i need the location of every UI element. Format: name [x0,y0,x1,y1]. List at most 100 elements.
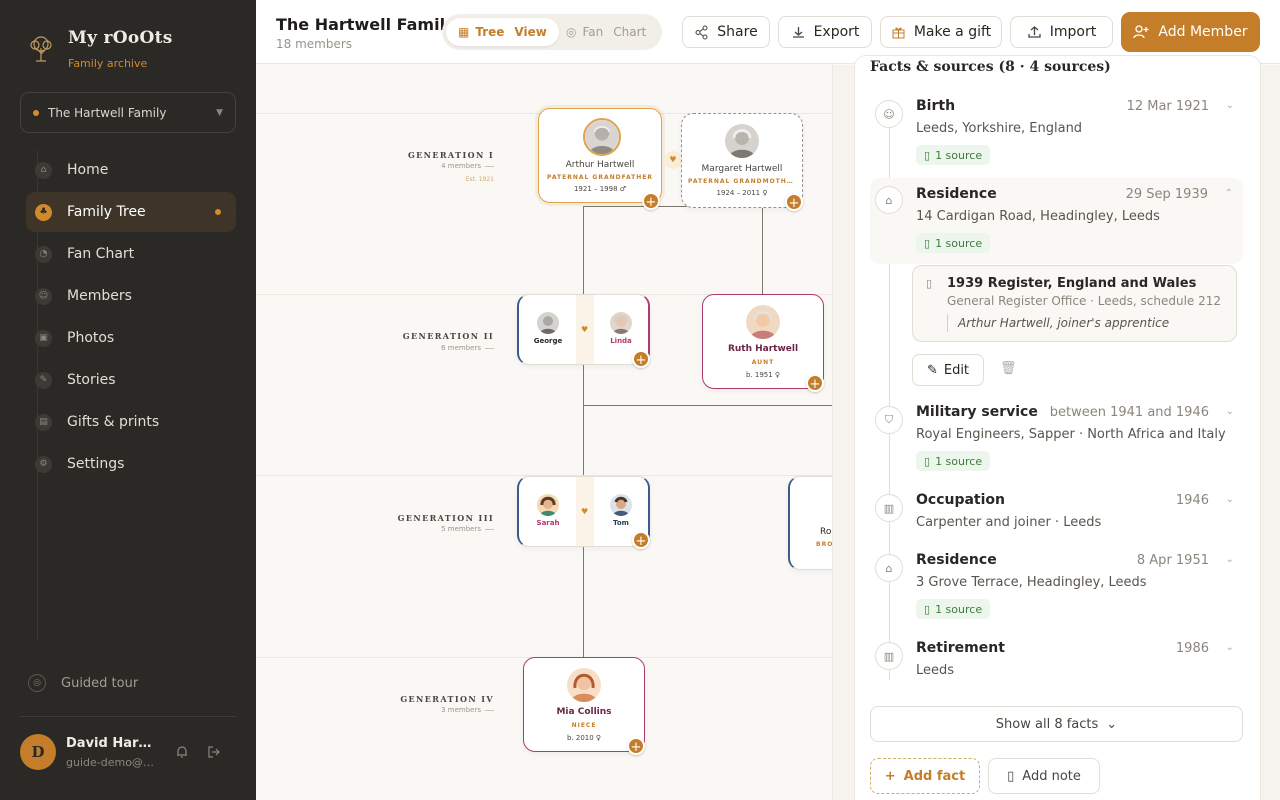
chevron-down-icon[interactable]: ⌄ [1226,554,1234,565]
trash-icon[interactable]: 🗑 [1000,361,1017,376]
brand-subtitle: Family archive [68,57,148,70]
fact-retirement[interactable]: ▥ Retirement 1986 ⌄ Leeds [870,640,1244,690]
active-indicator [215,209,221,215]
sidebar-item-gifts[interactable]: ▤ Gifts & prints [26,402,236,442]
sidebar-item-members[interactable]: ☺ Members [26,276,236,316]
sidebar-item-photos[interactable]: ▣ Photos [26,318,236,358]
person-name: Margaret Hartwell [701,164,783,174]
add-relative-button[interactable]: + [627,737,645,755]
source-count: 1 source [935,602,983,616]
chevron-down-icon: ⌄ [1106,716,1118,732]
source-card[interactable]: ▯ 1939 Register, England and Wales Gener… [912,265,1237,342]
family-selector[interactable]: The Hartwell Family ▼ [20,92,236,133]
chevron-down-icon[interactable]: ⌄ [1226,406,1234,417]
add-relative-button[interactable]: + [785,193,803,211]
add-relative-button[interactable]: + [806,374,824,392]
person-card-partial[interactable]: Ro BRO [788,476,832,570]
fact-date: 8 Apr 1951 [1136,553,1209,568]
sidebar-item-settings[interactable]: ⚙ Settings [26,444,236,484]
sidebar-item-family-tree[interactable]: ♣ Family Tree [26,192,236,232]
sidebar-item-stories[interactable]: ✎ Stories [26,360,236,400]
source-badge[interactable]: ▯ 1 source [916,451,991,471]
import-button[interactable]: Import [1010,16,1113,48]
generation-label: GENERATION II [402,331,494,341]
generation-count: 5 members [441,525,494,533]
fan-chart-icon: ◔ [35,245,52,263]
add-user-icon [1133,25,1149,39]
fact-occupation[interactable]: ▥ Occupation 1946 ⌄ Carpenter and joiner… [870,492,1244,542]
add-fact-label: Add fact [903,768,966,784]
heart-icon: ♥ [664,151,682,169]
person-card-mia[interactable]: Mia Collins NIECE b. 2010 ♀ [523,657,645,752]
fact-residence-1951[interactable]: ⌂ Residence 8 Apr 1951 ⌄ 3 Grove Terrace… [870,552,1244,622]
fact-birth[interactable]: ☺ Birth 12 Mar 1921 ⌄ Leeds, Yorkshire, … [870,98,1244,168]
share-button[interactable]: Share [682,16,770,48]
couple-card-sarah-tom[interactable]: ♥ Sarah Tom [517,476,650,547]
person-role: PATERNAL GRANDMOTHER [688,178,798,185]
add-note-button[interactable]: ▯ Add note [988,758,1100,794]
logout-icon[interactable] [204,742,224,762]
tree-view-tab[interactable]: ▦ Tree View [446,18,559,46]
connector-line [762,206,763,295]
guided-tour-label: Guided tour [61,675,139,691]
person-name: Tom [613,519,629,527]
source-badge[interactable]: ▯ 1 source [916,233,991,253]
tab-label: View [514,25,547,39]
chevron-up-icon[interactable]: ⌃ [1225,188,1233,199]
add-member-label: Add Member [1158,24,1248,40]
sidebar-item-label: Fan Chart [67,246,135,262]
sidebar-item-home[interactable]: ⌂ Home [26,150,236,190]
person-name: Ro [820,527,832,537]
fact-residence-1939[interactable]: ⌂ Residence 29 Sep 1939 ⌃ 14 Cardigan Ro… [870,178,1243,264]
add-fact-button[interactable]: + Add fact [870,758,980,794]
add-member-button[interactable]: Add Member [1121,12,1260,52]
edit-button[interactable]: ✎ Edit [912,354,984,386]
user-email: guide-demo@myrooots.app [66,755,156,769]
portrait-ruth [746,305,780,339]
portrait-tom [610,494,632,516]
fact-title: Occupation [916,492,1006,508]
make-gift-button[interactable]: Make a gift [880,16,1002,48]
sidebar-item-label: Home [67,162,109,178]
avatar[interactable]: D [20,734,56,770]
chevron-down-icon[interactable]: ⌄ [1226,494,1234,505]
source-count: 1 source [935,454,983,468]
couple-card-george-linda[interactable]: ♥ George Linda [517,294,650,365]
person-card-margaret[interactable]: Margaret Hartwell PATERNAL GRANDMOTHER 1… [681,113,803,208]
bell-icon[interactable] [172,742,192,762]
add-relative-button[interactable]: + [632,531,650,549]
tree-canvas[interactable]: GENERATION I 4 members Est. 1921 GENERAT… [256,65,832,800]
fact-description: Leeds [916,663,955,678]
birth-icon: ☺ [875,100,903,128]
brand[interactable]: My rOoOts Family archive [26,28,173,70]
chevron-down-icon[interactable]: ⌄ [1226,642,1234,653]
sidebar-item-label: Members [67,288,132,304]
source-badge[interactable]: ▯ 1 source [916,599,991,619]
export-button[interactable]: Export [778,16,872,48]
briefcase-icon: ▥ [875,494,903,522]
guided-tour-link[interactable]: ◎ Guided tour [28,674,138,692]
generation-label: GENERATION IV [400,694,494,704]
show-all-facts-button[interactable]: Show all 8 facts ⌄ [870,706,1243,742]
person-dates: b. 1951 ♀ [745,371,781,379]
person-card-arthur[interactable]: Arthur Hartwell PATERNAL GRANDFATHER 192… [538,108,662,203]
portrait-george [537,312,559,334]
chevron-down-icon[interactable]: ⌄ [1226,100,1234,111]
connector-line [583,365,584,475]
sidebar-item-fan-chart[interactable]: ◔ Fan Chart [26,234,236,274]
fact-date: between 1941 and 1946 [1049,405,1209,420]
portrait-linda [610,312,632,334]
generation-count: 3 members [441,706,494,714]
fan-chart-tab[interactable]: ◎ Fan Chart [554,18,658,46]
person-card-ruth[interactable]: Ruth Hartwell AUNT b. 1951 ♀ [702,294,824,389]
connector-line [583,405,832,406]
show-all-label: Show all 8 facts [995,716,1099,732]
source-badge[interactable]: ▯ 1 source [916,145,991,165]
add-relative-button[interactable]: + [632,350,650,368]
add-relative-button[interactable]: + [642,192,660,210]
fact-military-service[interactable]: ⛉ Military service between 1941 and 1946… [870,404,1244,474]
connector-line [583,547,584,657]
home-icon: ⌂ [35,161,52,179]
download-icon [792,26,804,38]
sidebar-item-label: Photos [67,330,115,346]
